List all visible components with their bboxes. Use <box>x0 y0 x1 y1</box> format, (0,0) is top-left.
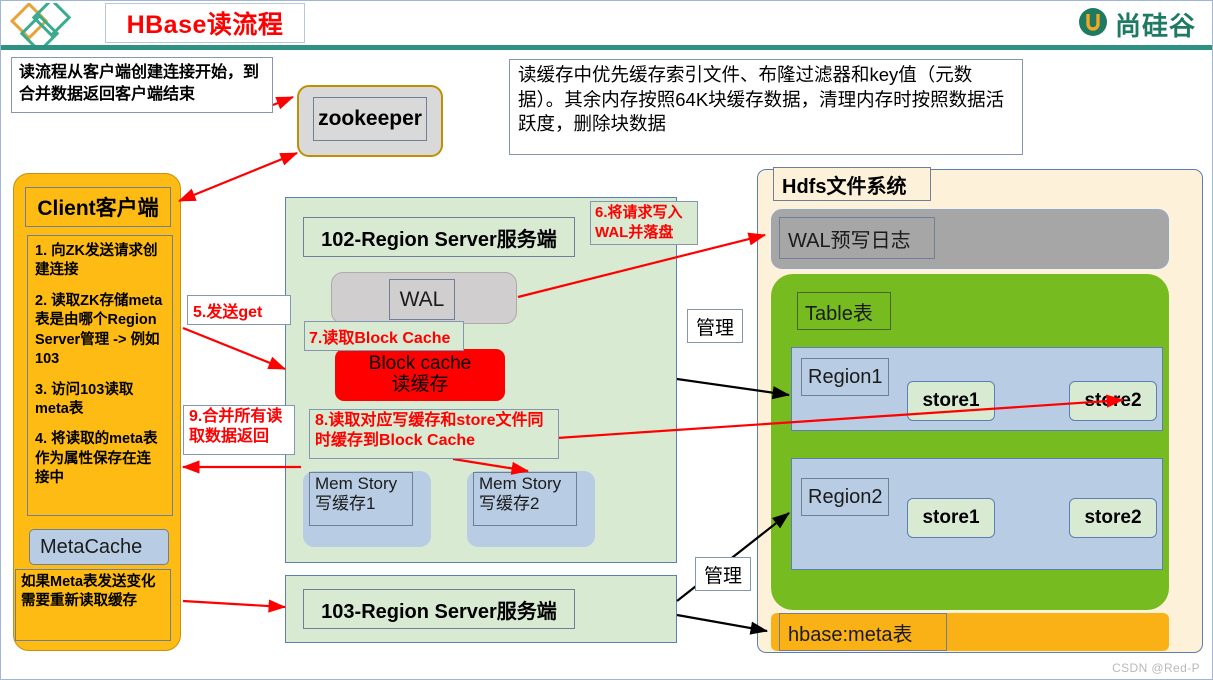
region-1-store-1: store1 <box>907 381 995 421</box>
meta-cache-note: 如果Meta表发送变化需要重新读取缓存 <box>15 569 171 641</box>
page-header: HBase读流程 尚硅谷 <box>1 1 1212 54</box>
brand-text: 尚硅谷 <box>1114 10 1196 41</box>
client-step-1: 1. 向ZK发送请求创建连接 <box>35 243 158 279</box>
diagram-canvas: HBase读流程 尚硅谷 读流程从客户端创建连接开始，到合并数据返回客户端结束 … <box>0 0 1213 680</box>
mem-store-2-label-zh: 写缓存2 <box>479 494 540 514</box>
hdfs-table-label: Table表 <box>805 302 873 325</box>
step-6-label: 6.将请求写入WAL并落盘 <box>590 201 698 245</box>
mem-store-1-label-zh: 写缓存1 <box>315 494 376 514</box>
hdfs-wal-label: WAL预写日志 <box>788 229 911 252</box>
step-7-label: 7.读取Block Cache <box>304 321 464 351</box>
region-server-103-title-text: 103-Region Server服务端 <box>321 600 557 623</box>
region-2-store-2-label: store2 <box>1084 507 1142 528</box>
region-server-102-title-text: 102-Region Server服务端 <box>321 228 557 251</box>
region-1-label: Region1 <box>808 365 883 388</box>
page-title: HBase读流程 <box>105 3 305 43</box>
read-cache-note: 读缓存中优先缓存索引文件、布隆过滤器和key值（元数据）。其余内存按照64K块缓… <box>509 59 1023 155</box>
block-cache-label-en: Block cache <box>368 353 472 375</box>
manage-label-2: 管理 <box>695 557 751 591</box>
client-steps-list: 1. 向ZK发送请求创建连接 2. 读取ZK存储meta表是由哪个Region … <box>27 235 173 516</box>
manage-label-1: 管理 <box>687 309 743 343</box>
region-server-103-title: 103-Region Server服务端 <box>303 589 575 629</box>
region-1-store-2: store2 <box>1069 381 1157 421</box>
client-step-4: 4. 将读取的meta表作为属性保存在连接中 <box>35 431 158 487</box>
header-divider <box>1 45 1212 50</box>
hdfs-table-label-box: Table表 <box>797 292 891 330</box>
mem-store-2-box: Mem Story 写缓存2 <box>473 472 577 526</box>
region-2-store-1: store1 <box>907 498 995 538</box>
region-2-label: Region2 <box>808 485 883 508</box>
hdfs-wal-box: WAL预写日志 <box>779 217 935 259</box>
region-2-store-2: store2 <box>1069 498 1157 538</box>
region-2-label-box: Region2 <box>801 478 889 516</box>
page-title-text: HBase读流程 <box>126 11 284 39</box>
client-title: Client客户端 <box>25 187 171 227</box>
wal-label: WAL <box>399 287 445 311</box>
zookeeper-label-box: zookeeper <box>313 97 427 141</box>
hbase-meta-label: hbase:meta表 <box>788 623 913 646</box>
diamonds-logo-icon <box>9 1 93 54</box>
step-9-label: 9.合并所有读取数据返回 <box>183 405 295 455</box>
u-circle-logo-icon <box>1078 7 1108 42</box>
wal-box: WAL <box>389 279 455 320</box>
client-step-3: 3. 访问103读取meta表 <box>35 381 134 417</box>
step-5-label: 5.发送get <box>187 295 291 325</box>
meta-cache-box: MetaCache <box>29 529 169 565</box>
meta-cache-label: MetaCache <box>40 535 143 558</box>
brand-logo: 尚硅谷 <box>1078 7 1196 41</box>
hdfs-title: Hdfs文件系统 <box>773 167 931 201</box>
zookeeper-label: zookeeper <box>318 107 422 130</box>
mem-store-2-label-en: Mem Story <box>479 474 562 493</box>
region-1-store-2-label: store2 <box>1084 390 1142 411</box>
region-1-label-box: Region1 <box>801 358 889 396</box>
watermark: CSDN @Red-P <box>1112 661 1200 675</box>
client-step-2: 2. 读取ZK存储meta表是由哪个Region Server管理 -> 例如1… <box>35 292 163 368</box>
step-8-label: 8.读取对应写缓存和store文件同时缓存到Block Cache <box>309 409 559 459</box>
block-cache-label-zh: 读缓存 <box>391 374 449 396</box>
hbase-meta-box: hbase:meta表 <box>779 613 947 651</box>
region-2-store-1-label: store1 <box>922 507 980 528</box>
region-1-store-1-label: store1 <box>922 390 980 411</box>
hdfs-title-text: Hdfs文件系统 <box>782 175 907 198</box>
block-cache-box: Block cache 读缓存 <box>335 349 505 401</box>
flow-summary-note: 读流程从客户端创建连接开始，到合并数据返回客户端结束 <box>11 57 273 113</box>
region-server-102-title: 102-Region Server服务端 <box>303 217 575 257</box>
client-title-text: Client客户端 <box>37 197 159 220</box>
mem-store-1-label-en: Mem Story <box>315 474 398 493</box>
mem-store-1-box: Mem Story 写缓存1 <box>309 472 413 526</box>
